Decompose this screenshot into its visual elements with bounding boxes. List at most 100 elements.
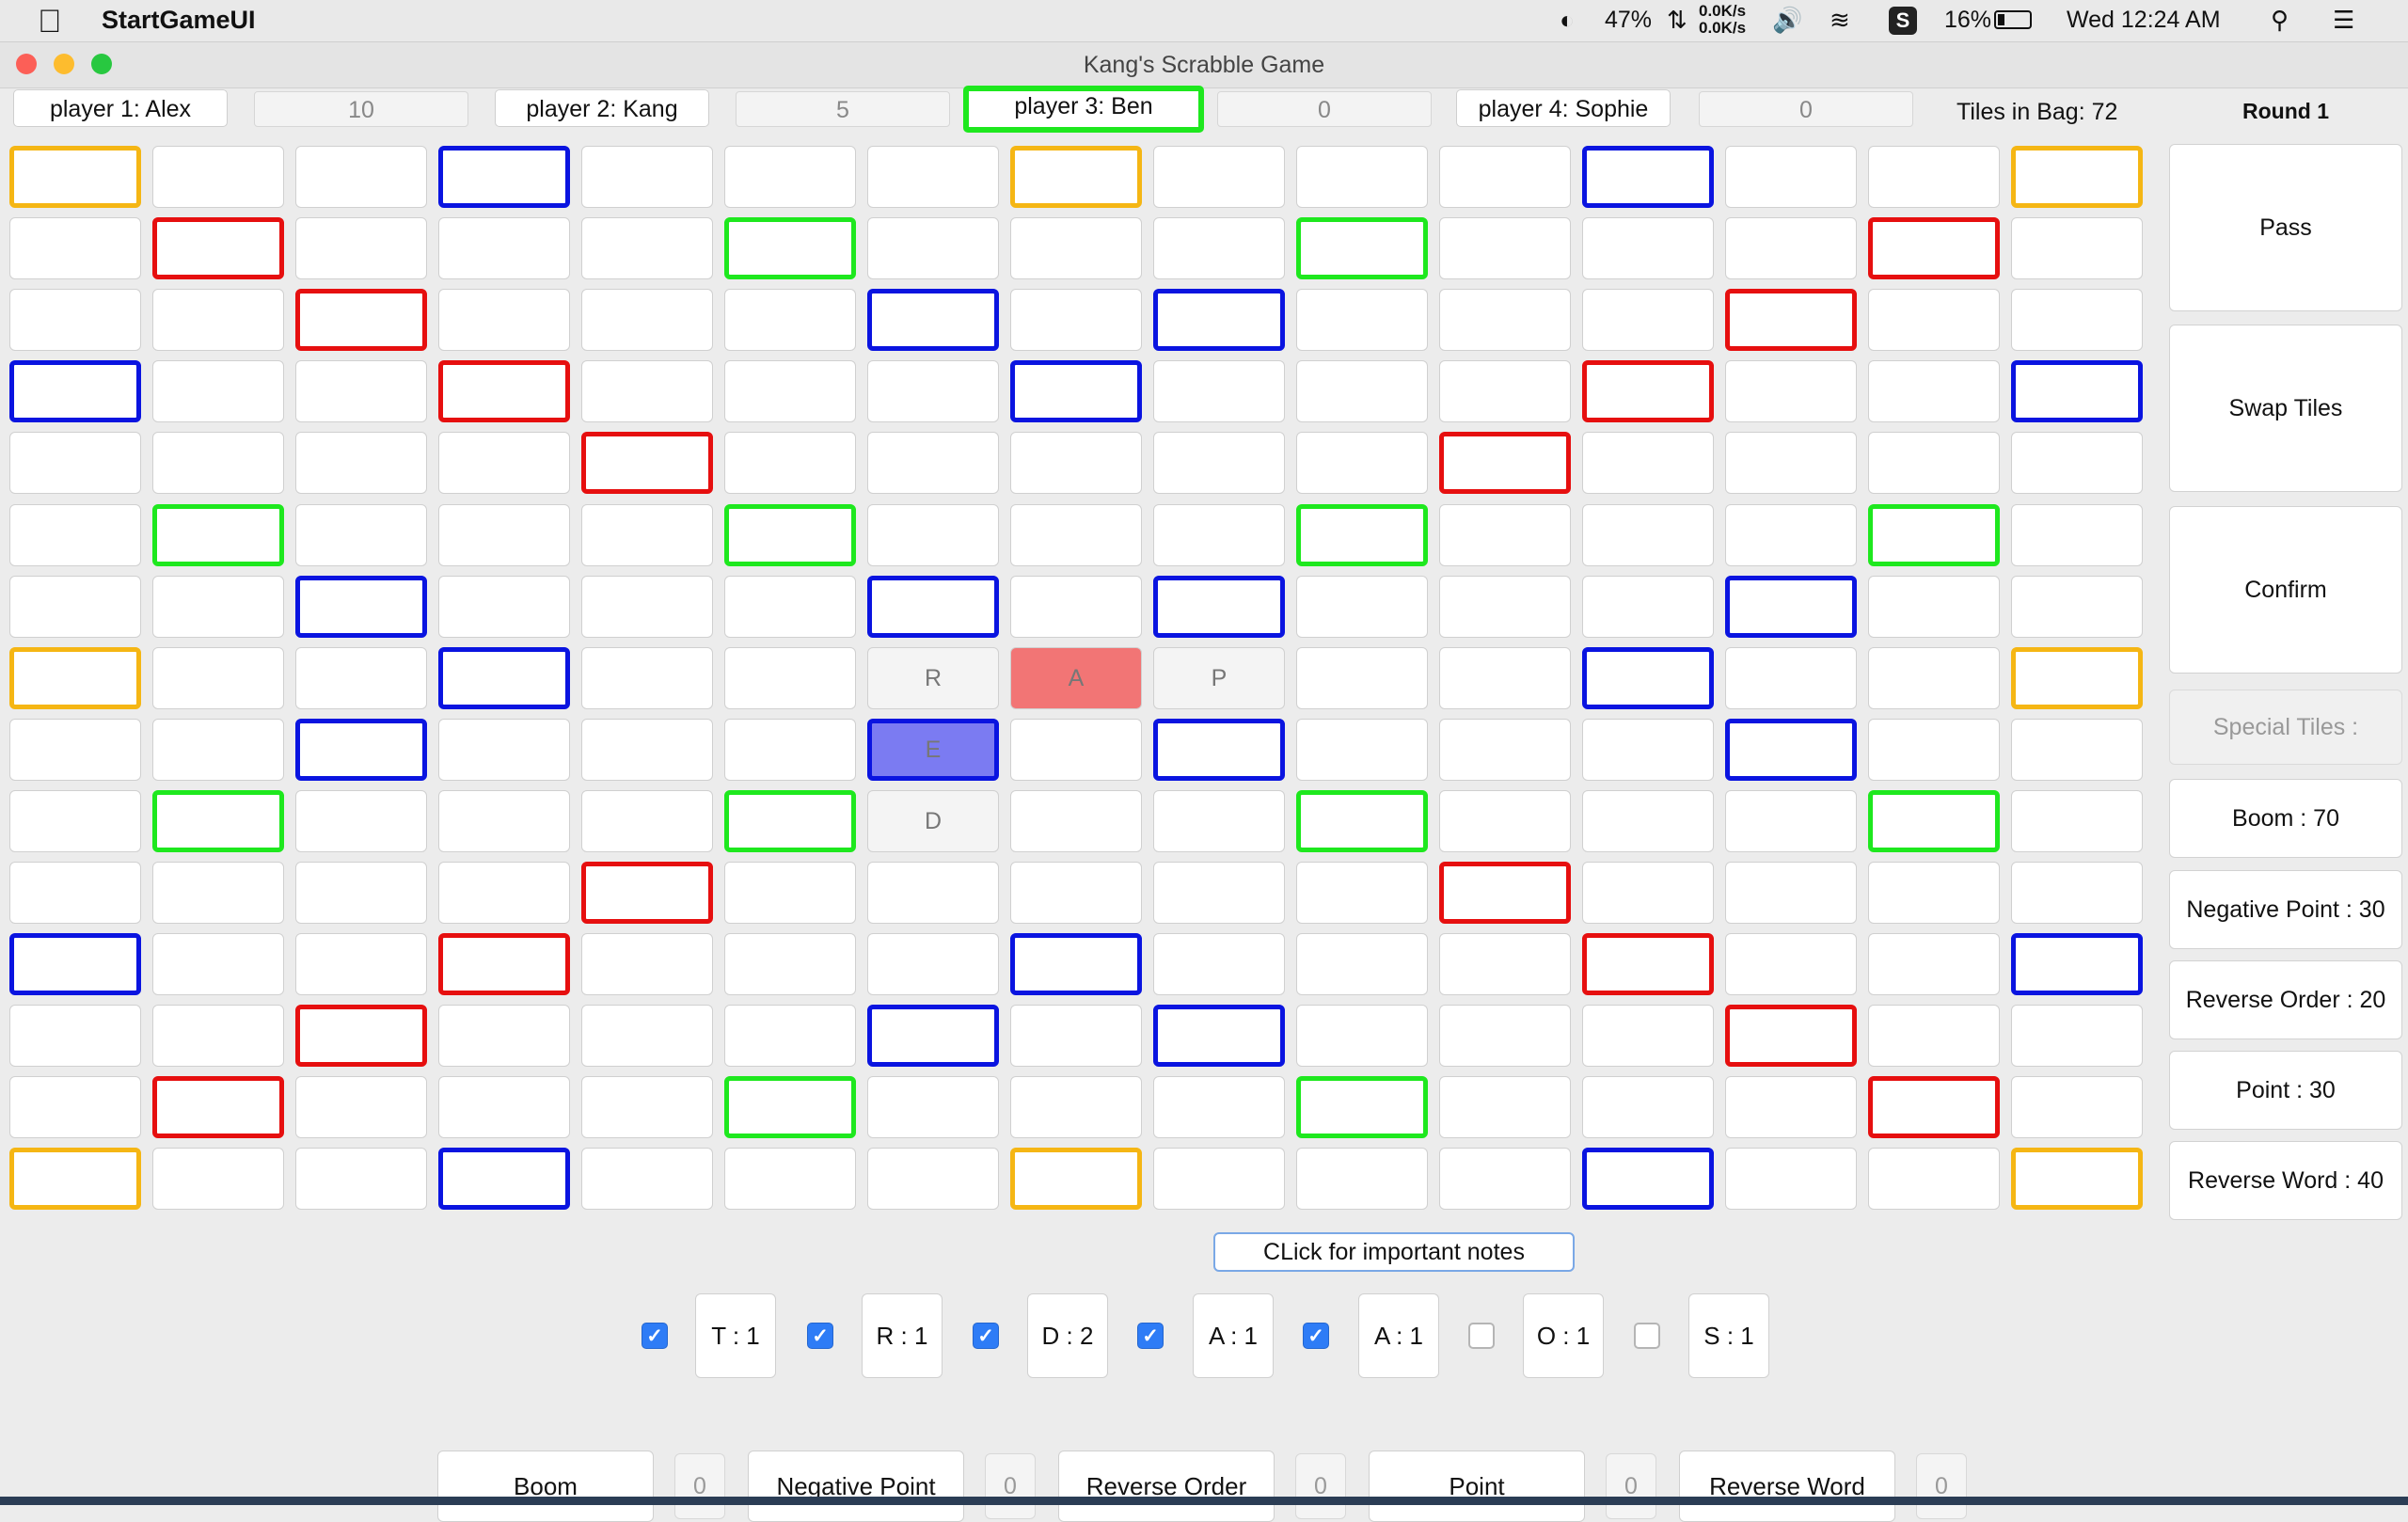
board-cell-red[interactable] (1439, 432, 1571, 494)
board-cell[interactable] (1439, 647, 1571, 709)
board-cell[interactable] (438, 289, 570, 351)
board-cell-blue[interactable] (1153, 1005, 1285, 1067)
board-cell[interactable] (1153, 1076, 1285, 1138)
board-cell[interactable] (1153, 790, 1285, 852)
board-cell[interactable] (1868, 1005, 2000, 1067)
board-cell[interactable] (1439, 360, 1571, 422)
board-cell[interactable] (581, 1148, 713, 1210)
board-cell[interactable] (581, 1005, 713, 1067)
board-cell-blue[interactable] (1582, 647, 1714, 709)
board-cell[interactable] (1010, 289, 1142, 351)
board-cell[interactable] (581, 647, 713, 709)
board-cell[interactable] (867, 432, 999, 494)
board-cell-blue[interactable] (438, 647, 570, 709)
board-cell-blue[interactable] (867, 289, 999, 351)
board-cell[interactable] (295, 432, 427, 494)
board-cell-red[interactable] (1439, 862, 1571, 924)
board-cell[interactable] (152, 647, 284, 709)
board-cell[interactable] (724, 360, 856, 422)
buy-boom-button[interactable]: Boom : 70 (2169, 779, 2402, 858)
notification-center-icon[interactable]: ☰ (2333, 6, 2354, 35)
board-cell-blue[interactable] (438, 146, 570, 208)
board-cell[interactable] (1296, 719, 1428, 781)
rack-checkbox-6[interactable] (1468, 1323, 1495, 1349)
board-cell-blue[interactable] (867, 1005, 999, 1067)
board-cell[interactable] (1582, 1005, 1714, 1067)
board-cell-red[interactable] (152, 217, 284, 279)
board-cell[interactable] (295, 1076, 427, 1138)
board-cell[interactable] (1153, 146, 1285, 208)
board-cell[interactable] (1582, 862, 1714, 924)
buy-negative-point-button[interactable]: Negative Point : 30 (2169, 870, 2402, 949)
board-cell[interactable] (1582, 289, 1714, 351)
board-cell[interactable] (1153, 862, 1285, 924)
board-cell[interactable] (1439, 719, 1571, 781)
board-cell-red[interactable] (295, 289, 427, 351)
board-cell[interactable] (9, 432, 141, 494)
board-cell[interactable] (1725, 360, 1857, 422)
board-cell[interactable] (1010, 719, 1142, 781)
board-cell-blue[interactable] (2011, 933, 2143, 995)
board-cell[interactable] (867, 1076, 999, 1138)
rack-checkbox-3[interactable]: ✓ (973, 1323, 999, 1349)
board-cell[interactable] (2011, 576, 2143, 638)
board-cell[interactable] (581, 719, 713, 781)
board-cell[interactable] (581, 933, 713, 995)
board-cell[interactable] (1296, 146, 1428, 208)
board-cell-blue[interactable] (2011, 360, 2143, 422)
board-cell-green[interactable] (152, 790, 284, 852)
board-cell[interactable] (1582, 217, 1714, 279)
board-cell[interactable] (1439, 504, 1571, 566)
board-cell[interactable] (438, 1005, 570, 1067)
board-cell[interactable] (2011, 1005, 2143, 1067)
board-cell-red[interactable] (581, 862, 713, 924)
board-cell[interactable] (1439, 933, 1571, 995)
board-cell-blue[interactable] (1582, 1148, 1714, 1210)
board-cell-blue[interactable] (1153, 576, 1285, 638)
board-cell[interactable] (1010, 1076, 1142, 1138)
board-cell[interactable] (1725, 432, 1857, 494)
board-cell[interactable] (2011, 504, 2143, 566)
board-cell-red[interactable] (1868, 1076, 2000, 1138)
board-cell-yellow[interactable] (1010, 146, 1142, 208)
board-cell[interactable] (9, 719, 141, 781)
placed-tile-d[interactable]: D (867, 790, 999, 852)
board-cell-red[interactable] (1725, 289, 1857, 351)
board-cell[interactable] (724, 647, 856, 709)
use-negative-point-button[interactable]: Negative Point (748, 1451, 964, 1522)
board-cell[interactable] (295, 790, 427, 852)
board-cell-red[interactable] (1868, 217, 2000, 279)
board-cell-green[interactable] (1296, 217, 1428, 279)
board-cell-yellow[interactable] (9, 146, 141, 208)
board-cell[interactable] (724, 576, 856, 638)
board-cell[interactable] (1725, 1148, 1857, 1210)
board-cell[interactable] (438, 719, 570, 781)
board-cell[interactable] (724, 1005, 856, 1067)
board-cell-red[interactable] (438, 360, 570, 422)
board-cell[interactable] (1296, 432, 1428, 494)
volume-icon[interactable]: 🔊 (1772, 6, 1802, 35)
board-cell[interactable] (9, 289, 141, 351)
board-cell[interactable] (438, 217, 570, 279)
board-cell-yellow[interactable] (2011, 647, 2143, 709)
board-cell-blue[interactable] (9, 933, 141, 995)
board-cell[interactable] (1582, 504, 1714, 566)
board-cell-red[interactable] (295, 1005, 427, 1067)
board-cell[interactable] (581, 217, 713, 279)
board-cell[interactable] (1010, 576, 1142, 638)
battery-ring-icon[interactable]: ◐ (1560, 6, 1575, 35)
board-cell[interactable] (152, 862, 284, 924)
board-cell[interactable] (1439, 1148, 1571, 1210)
board-cell[interactable] (1153, 1148, 1285, 1210)
rack-tile-1[interactable]: T : 1 (695, 1293, 776, 1378)
board-cell[interactable] (867, 146, 999, 208)
board-cell[interactable] (1439, 146, 1571, 208)
board-cell[interactable] (1868, 647, 2000, 709)
board-cell[interactable] (1296, 576, 1428, 638)
board-cell-yellow[interactable] (1010, 1148, 1142, 1210)
use-reverse-word-button[interactable]: Reverse Word (1679, 1451, 1895, 1522)
clock[interactable]: Wed 12:24 AM (2067, 7, 2221, 34)
confirm-button[interactable]: Confirm (2169, 506, 2402, 674)
placed-tile-p[interactable]: P (1153, 647, 1285, 709)
app-tray-icon[interactable]: S (1889, 7, 1917, 35)
